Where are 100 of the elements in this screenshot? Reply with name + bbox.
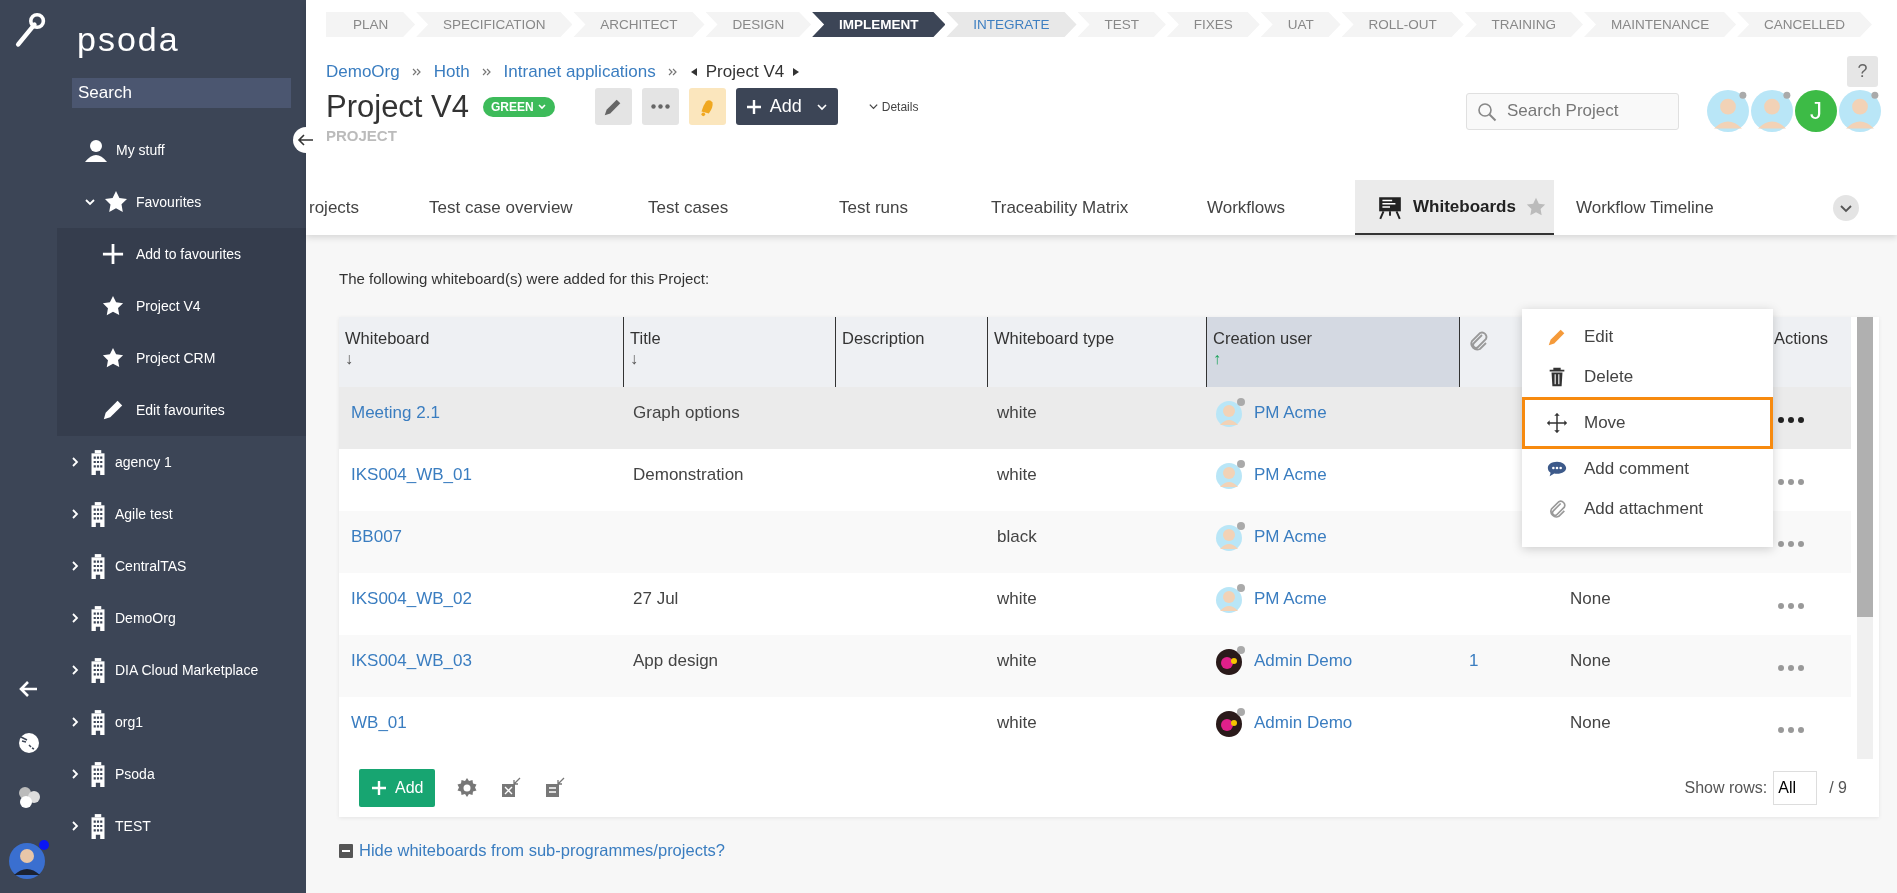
whiteboard-link[interactable]: BB007: [351, 527, 403, 547]
column-header[interactable]: Whiteboard ↓: [339, 317, 623, 387]
search-field[interactable]: Search Project: [1466, 92, 1679, 130]
chevron-down-icon[interactable]: [1833, 194, 1859, 221]
sidebar-label: DemoOrg: [115, 610, 176, 626]
header-label: Description: [842, 329, 926, 348]
menu-label: Move: [1584, 413, 1626, 433]
column-header[interactable]: Creation user ↑: [1206, 317, 1459, 387]
sidebar-item[interactable]: Add to favourites: [57, 228, 242, 280]
user-link[interactable]: PM Acme: [1254, 403, 1327, 423]
circles-icon[interactable]: [16, 785, 41, 809]
table-cell: None: [1570, 589, 1611, 609]
sidebar-item[interactable]: Edit favourites: [57, 384, 225, 436]
minus-icon[interactable]: [339, 843, 353, 858]
tab[interactable]: Traceability Matrix: [991, 180, 1207, 235]
sidebar-item[interactable]: Favourites: [57, 176, 202, 228]
sidebar-item[interactable]: TEST: [57, 800, 151, 852]
user-avatar[interactable]: [8, 839, 49, 879]
menu-label: Edit: [1584, 327, 1614, 347]
tab-label: Workflows: [1207, 197, 1286, 218]
breadcrumb-link[interactable]: Hoth: [433, 61, 470, 82]
user-link[interactable]: PM Acme: [1254, 465, 1327, 485]
scrollbar[interactable]: [1857, 317, 1873, 759]
user-link[interactable]: PM Acme: [1254, 589, 1327, 609]
sidebar-label: agency 1: [115, 454, 172, 470]
building-icon: [89, 501, 107, 527]
edit-button[interactable]: [594, 88, 632, 125]
breadcrumb-link[interactable]: DemoOrg: [326, 61, 400, 82]
building-icon: [89, 605, 107, 631]
user-link[interactable]: PM Acme: [1254, 527, 1327, 547]
brand-logo[interactable]: psoda: [57, 20, 306, 70]
rows-field[interactable]: All: [1773, 771, 1818, 805]
whiteboard-link[interactable]: WB_01: [351, 713, 407, 733]
building-icon: [89, 761, 107, 787]
whiteboard-link[interactable]: IKS004_WB_02: [351, 589, 472, 609]
menu-item[interactable]: Add comment: [1522, 449, 1773, 489]
sidebar-item[interactable]: DIA Cloud Marketplace: [57, 644, 259, 696]
table-cell: None: [1570, 651, 1611, 671]
user-link[interactable]: Admin Demo: [1254, 713, 1353, 733]
stage-step[interactable]: IMPLEMENT: [812, 12, 946, 37]
sidebar-item[interactable]: Project V4: [57, 280, 201, 332]
table-row[interactable]: IKS004_WB_03 App design white Admin Demo 1 None: [339, 635, 1851, 697]
menu-item[interactable]: Move: [1522, 397, 1773, 449]
star-icon[interactable]: [1525, 196, 1546, 217]
search-field[interactable]: Search: [72, 78, 291, 108]
user-avatar: [1216, 522, 1246, 552]
attachment-count[interactable]: 1: [1469, 651, 1479, 671]
table-cell: Graph options: [633, 403, 740, 423]
tab-label: Test cases: [648, 197, 729, 218]
table-cell: white: [997, 651, 1037, 671]
details-link[interactable]: Details: [867, 99, 919, 114]
header-label: Whiteboard: [345, 329, 431, 348]
tab[interactable]: Test cases: [648, 180, 839, 235]
sidebar-item[interactable]: Psoda: [57, 748, 155, 800]
next-icon[interactable]: [792, 66, 801, 77]
move-icon: [1546, 412, 1568, 434]
sort-icon[interactable]: ↓: [630, 350, 829, 368]
table-cell: white: [997, 465, 1037, 485]
row-total: / 9: [1829, 779, 1847, 797]
whiteboard-link[interactable]: IKS004_WB_03: [351, 651, 472, 671]
sidebar-label: Project CRM: [136, 350, 216, 366]
tab[interactable]: rojects: [306, 180, 429, 235]
breadcrumb-link[interactable]: Intranet applications: [503, 61, 656, 82]
more-button[interactable]: [641, 88, 679, 125]
table-cell: App design: [633, 651, 719, 671]
sidebar-item[interactable]: My stuff: [57, 124, 165, 176]
whiteboard-link[interactable]: IKS004_WB_01: [351, 465, 472, 485]
add-button[interactable]: Add: [735, 88, 838, 125]
more-icon[interactable]: [1777, 416, 1805, 424]
sidebar-label: Edit favourites: [136, 402, 225, 418]
user-avatar: [1216, 398, 1246, 428]
user-icon: [84, 138, 108, 162]
header-label: Whiteboard type: [994, 329, 1116, 348]
table-cell: None: [1570, 713, 1611, 733]
tab-label: Workflow Timeline: [1576, 197, 1714, 218]
help-button[interactable]: ?: [1847, 56, 1878, 87]
user-link[interactable]: Admin Demo: [1254, 651, 1353, 671]
tab[interactable]: Workflows: [1207, 180, 1355, 235]
hide-link[interactable]: Hide whiteboards from sub-programmes/projects?: [359, 841, 725, 860]
table-cell: Demonstration: [633, 465, 744, 485]
globe-icon[interactable]: [16, 731, 41, 755]
project-type: PROJECT: [326, 127, 397, 144]
tab[interactable]: Test runs: [839, 180, 991, 235]
previous-icon[interactable]: [689, 66, 698, 77]
caret-icon: [536, 101, 547, 112]
sidebar-item[interactable]: org1: [57, 696, 144, 748]
plus-icon: [371, 780, 387, 796]
sidebar-item[interactable]: Project CRM: [57, 332, 216, 384]
sort-icon[interactable]: ↓: [345, 350, 617, 368]
sidebar-item[interactable]: agency 1: [57, 436, 172, 488]
tab[interactable]: Test case overview: [429, 180, 648, 235]
menu-label: Add comment: [1584, 459, 1689, 479]
star-icon: [102, 295, 124, 317]
header-label: Actions: [1774, 329, 1830, 348]
sidebar-item[interactable]: CentralTAS: [57, 540, 187, 592]
tab[interactable]: Whiteboards: [1355, 180, 1554, 235]
whiteboard-link[interactable]: Meeting 2.1: [351, 403, 440, 423]
sidebar-item[interactable]: Agile test: [57, 488, 173, 540]
sidebar-item[interactable]: DemoOrg: [57, 592, 176, 644]
tab[interactable]: Workflow Timeline: [1554, 180, 1831, 235]
